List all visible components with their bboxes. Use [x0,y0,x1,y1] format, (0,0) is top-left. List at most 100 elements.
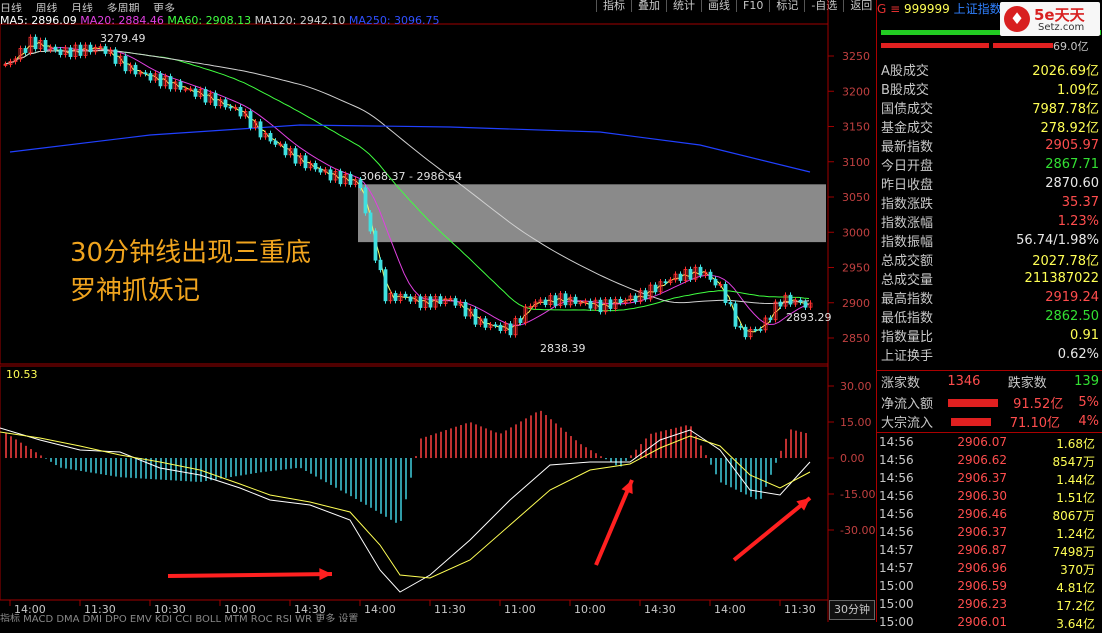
candle-body [178,81,183,90]
quote-key: 上证换手 [881,349,934,364]
candle-body [708,271,713,280]
trade-volume: 8547万 [1052,455,1095,469]
quote-value: 211387022 [1024,271,1099,286]
high-label: 3279.49 [100,32,146,45]
candle-body [713,278,718,286]
quote-row: 总成交额 2027.78亿 [881,250,1099,269]
candle-body [688,268,693,280]
trade-row: 15:00 2906.23 17.2亿 [879,597,1099,615]
red-arrow-1-head [319,568,332,581]
quote-value: 0.62% [1057,347,1099,362]
red-arrow-2 [594,479,634,566]
candle-body [328,169,333,181]
candle-body [508,323,513,336]
candle-body [33,36,38,50]
candle-body [588,300,593,309]
ma120-label: MA120: 2942.10 [254,14,346,27]
down-label: 跌家数 [1007,376,1047,391]
candle-body [193,88,198,97]
candle-body [743,326,748,338]
trade-volume: 7498万 [1052,545,1095,559]
quote-value: 2026.69亿 [1032,64,1099,79]
candle-body [228,106,233,109]
candle-body [43,40,48,51]
trade-volume: 1.24亿 [1056,527,1095,541]
candle-body [473,308,478,325]
candle-body [553,295,558,306]
quote-value: 2027.78亿 [1032,254,1099,269]
candle-body [363,187,368,214]
quote-key: 最新指数 [881,140,934,155]
trade-price: 2906.23 [957,597,1007,611]
trade-row: 14:56 2906.07 1.68亿 [879,435,1099,453]
trade-volume: 4.81亿 [1056,581,1095,595]
candle-body [78,44,83,56]
candle-body [393,293,398,301]
quote-row: A股成交 2026.69亿 [881,60,1099,79]
dif-line [0,427,811,593]
indicator-tabs[interactable]: 指标 MACD DMA DMI DPO EMV KDJ CCI BOLL MTM… [0,610,876,622]
down-count: 139 [1074,374,1099,389]
trade-price: 2906.07 [957,435,1007,449]
net-inflow-label: 净流入额 [881,397,934,412]
candle-body [633,295,638,302]
candle-body [113,49,118,64]
net-inflow-pct: 5% [1078,395,1099,410]
index-name: 上证指数 [953,2,1002,16]
site-logo: ♦ 5e天天 Setz.com [1000,2,1100,36]
price-tick: 3150 [842,121,870,134]
logo-small: Setz.com [1038,22,1085,33]
candle-body [543,299,548,305]
quote-key: 总成交量 [881,273,934,288]
last-label: 2893.29 [786,311,832,324]
quote-row: 今日开盘 2867.71 [881,155,1099,174]
quote-row: 指数振幅 56.74/1.98% [881,231,1099,250]
candle-body [768,317,773,321]
quote-row: 基金成交 278.92亿 [881,117,1099,136]
candle-body [678,273,683,281]
quote-row: 昨日收盘 2870.60 [881,174,1099,193]
trade-time: 14:56 [879,435,914,449]
ma5-label: MA5: 2896.09 [0,14,77,27]
candle-body [463,301,468,317]
price-tick: 3050 [842,191,870,204]
candle-body [733,303,738,327]
candle-body [408,296,413,302]
trade-price: 2906.37 [957,525,1007,539]
candle-body [778,301,783,307]
quote-value: 278.92亿 [1040,121,1100,136]
candle-body [58,49,63,56]
candle-body [68,47,73,57]
dea-line [0,431,811,579]
quote-key: 最高指数 [881,292,934,307]
trade-volume: 1.51亿 [1056,491,1095,505]
quote-key: 最低指数 [881,311,934,326]
quote-row: 指数涨幅 1.23% [881,212,1099,231]
index-code: 999999 [904,2,950,16]
trade-row: 14:56 2906.46 8067万 [879,507,1099,525]
candle-body [223,99,228,108]
trade-row: 14:56 2906.30 1.51亿 [879,489,1099,507]
candle-body [348,173,353,185]
candle-body [133,64,138,75]
candle-body [203,89,208,103]
trade-price: 2906.87 [957,543,1007,557]
up-count: 1346 [947,374,981,389]
price-tick: 3200 [842,85,870,98]
trade-price: 2906.59 [957,579,1007,593]
trade-time: 14:57 [879,561,914,575]
quote-value: 2862.50 [1045,309,1099,324]
trade-price: 2906.62 [957,453,1007,467]
trade-price: 2906.37 [957,471,1007,485]
quote-value: 2867.71 [1045,157,1099,172]
trade-volume: 1.44亿 [1056,473,1095,487]
macd-value: 10.53 [6,368,38,381]
ma20-label: MA20: 2884.46 [80,14,164,27]
quote-value: 1.09亿 [1057,83,1099,98]
up-label: 涨家数 [881,376,921,391]
period-button[interactable]: 30分钟 [829,600,875,620]
strength-bar-red [881,43,989,48]
quote-key: 指数振幅 [881,235,934,250]
candle-body [283,143,288,156]
candlestick-chart[interactable]: 3250 3200 3150 3100 3050 3000 2950 2900 2850 30.0… [0,0,876,622]
